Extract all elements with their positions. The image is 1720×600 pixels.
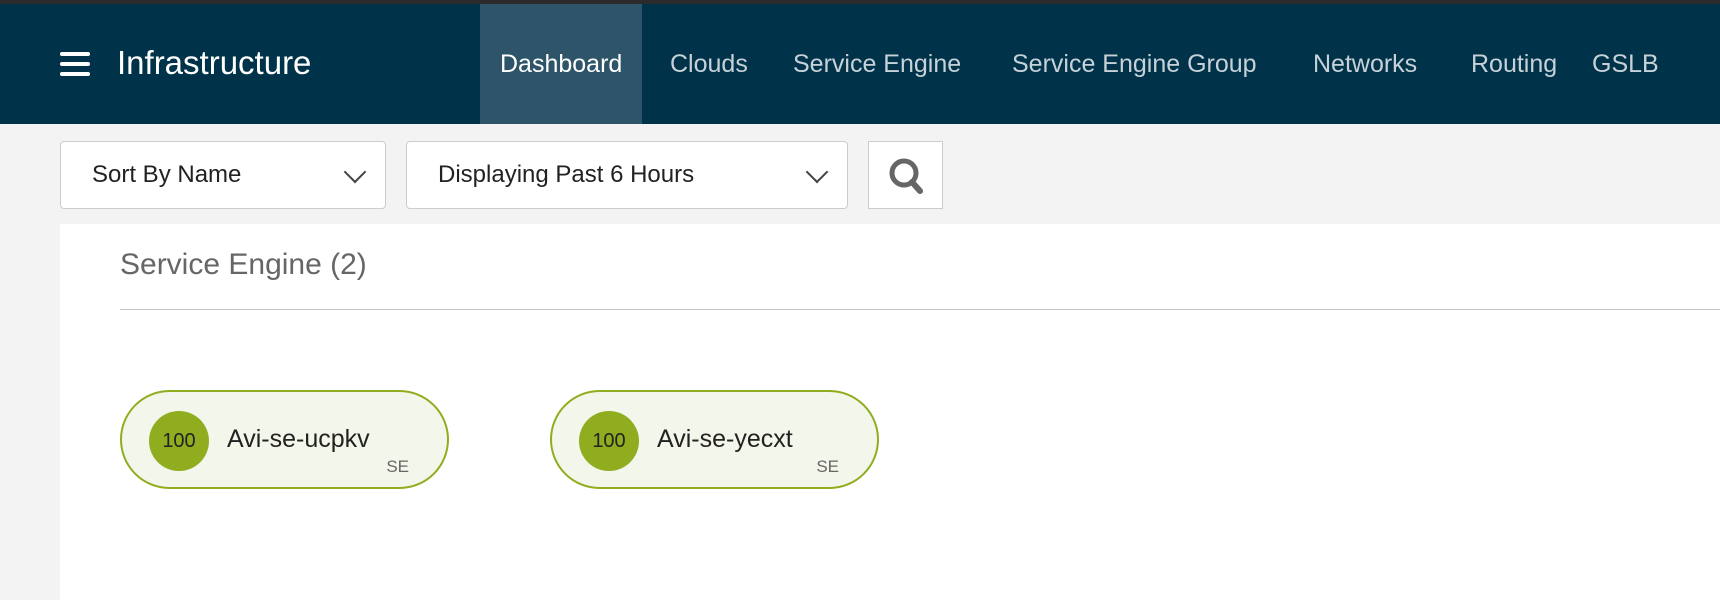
sort-value: Sort By Name (92, 161, 242, 188)
search-button[interactable] (868, 141, 943, 209)
service-engine-card[interactable]: 100 Avi-se-ucpkv SE (120, 390, 449, 489)
time-range-value: Displaying Past 6 Hours (438, 161, 695, 188)
tab-dashboard[interactable]: Dashboard (480, 4, 643, 124)
top-nav: Infrastructure Dashboard Clouds Service … (0, 4, 1720, 124)
tab-routing[interactable]: Routing (1451, 4, 1577, 124)
service-engine-panel: Service Engine (2) 100 Avi-se-ucpkv SE 1… (60, 224, 1720, 600)
chevron-down-icon (343, 160, 367, 184)
object-type-label: SE (816, 457, 839, 476)
search-icon (889, 158, 923, 194)
tab-service-engine-group[interactable]: Service Engine Group (992, 4, 1277, 124)
tab-clouds[interactable]: Clouds (650, 4, 768, 124)
object-type-label: SE (386, 457, 409, 476)
divider (120, 309, 1720, 310)
chevron-down-icon (805, 160, 829, 184)
time-range-dropdown[interactable]: Displaying Past 6 Hours (406, 141, 848, 209)
tab-service-engine[interactable]: Service Engine (773, 4, 981, 124)
section-title: Service Engine (2) (120, 248, 367, 281)
sort-dropdown[interactable]: Sort By Name (60, 141, 386, 209)
health-score-badge: 100 (149, 411, 209, 471)
service-engine-card[interactable]: 100 Avi-se-yecxt SE (550, 390, 879, 489)
service-engine-name: Avi-se-yecxt (657, 425, 793, 453)
page-title: Infrastructure (117, 44, 312, 81)
hamburger-menu-icon[interactable] (60, 52, 90, 76)
tab-gslb[interactable]: GSLB (1572, 4, 1679, 124)
service-engine-name: Avi-se-ucpkv (227, 425, 370, 453)
health-score-badge: 100 (579, 411, 639, 471)
tab-networks[interactable]: Networks (1293, 4, 1437, 124)
